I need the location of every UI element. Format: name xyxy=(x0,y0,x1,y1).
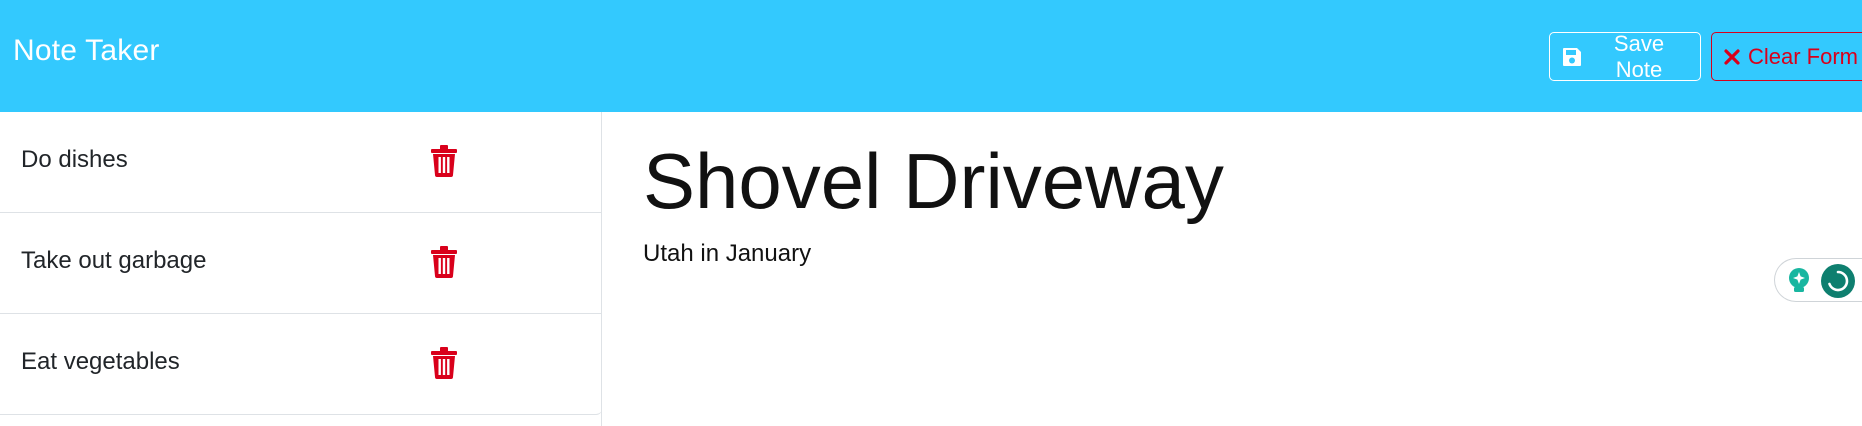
brand-title[interactable]: Note Taker xyxy=(13,34,160,68)
trash-icon[interactable] xyxy=(430,246,458,278)
spinner-arc-icon xyxy=(1828,270,1849,292)
list-item[interactable]: Do dishes xyxy=(0,112,602,213)
note-editor: Shovel Driveway Utah in January xyxy=(603,112,1862,426)
list-item[interactable]: Take out garbage xyxy=(0,213,602,314)
save-note-button[interactable]: Save Note xyxy=(1549,30,1701,82)
trash-icon[interactable] xyxy=(430,347,458,379)
note-text-area[interactable]: Utah in January xyxy=(643,240,811,268)
loading-spinner-icon xyxy=(1821,264,1855,298)
note-list-title: Do dishes xyxy=(21,146,128,173)
lightbulb-icon[interactable] xyxy=(1787,267,1811,295)
note-title-input[interactable]: Shovel Driveway xyxy=(643,136,1224,227)
extension-widget[interactable] xyxy=(1774,258,1862,302)
note-list: Do dishes Take out garbage Eat vegetable… xyxy=(0,112,602,426)
note-list-title: Eat vegetables xyxy=(21,348,180,375)
save-note-label: Save Note xyxy=(1613,30,1665,82)
floppy-disk-icon xyxy=(1563,47,1581,66)
navbar: Note Taker Save Note Clear Form xyxy=(0,0,1862,112)
clear-form-label: Clear Form xyxy=(1748,43,1859,69)
trash-icon[interactable] xyxy=(430,145,458,177)
clear-form-button[interactable]: Clear Form xyxy=(1711,32,1862,81)
x-mark-icon xyxy=(1724,48,1740,65)
list-item[interactable]: Eat vegetables xyxy=(0,314,602,415)
note-list-title: Take out garbage xyxy=(21,247,207,274)
